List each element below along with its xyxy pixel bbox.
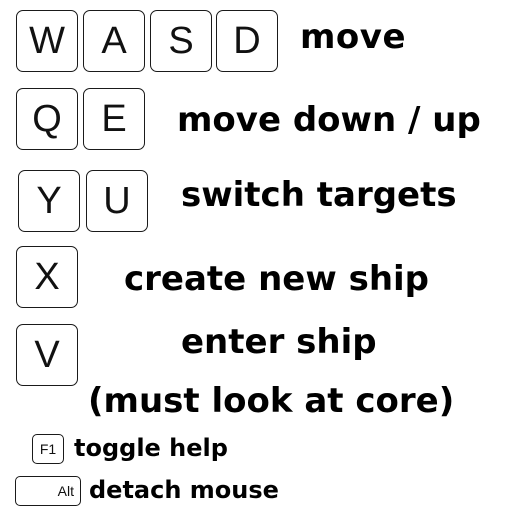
detach-mouse-label: detach mouse: [89, 476, 279, 504]
key-e: E: [83, 88, 145, 150]
key-s: S: [150, 10, 212, 72]
key-w: W: [16, 10, 78, 72]
key-x: X: [16, 246, 78, 308]
key-v: V: [16, 324, 78, 386]
key-q: Q: [16, 88, 78, 150]
switch-targets-label: switch targets: [181, 175, 457, 215]
key-y: Y: [18, 170, 80, 232]
create-new-ship-label: create new ship: [124, 259, 430, 299]
enter-ship-note: (must look at core): [88, 381, 455, 421]
move-label: move: [300, 17, 407, 57]
key-alt: Alt: [15, 476, 81, 506]
enter-ship-label: enter ship: [181, 322, 377, 362]
key-f1: F1: [32, 434, 64, 464]
key-u: U: [86, 170, 148, 232]
key-a: A: [83, 10, 145, 72]
move-down-up-label: move down / up: [177, 100, 481, 140]
toggle-help-label: toggle help: [74, 434, 228, 462]
key-d: D: [216, 10, 278, 72]
